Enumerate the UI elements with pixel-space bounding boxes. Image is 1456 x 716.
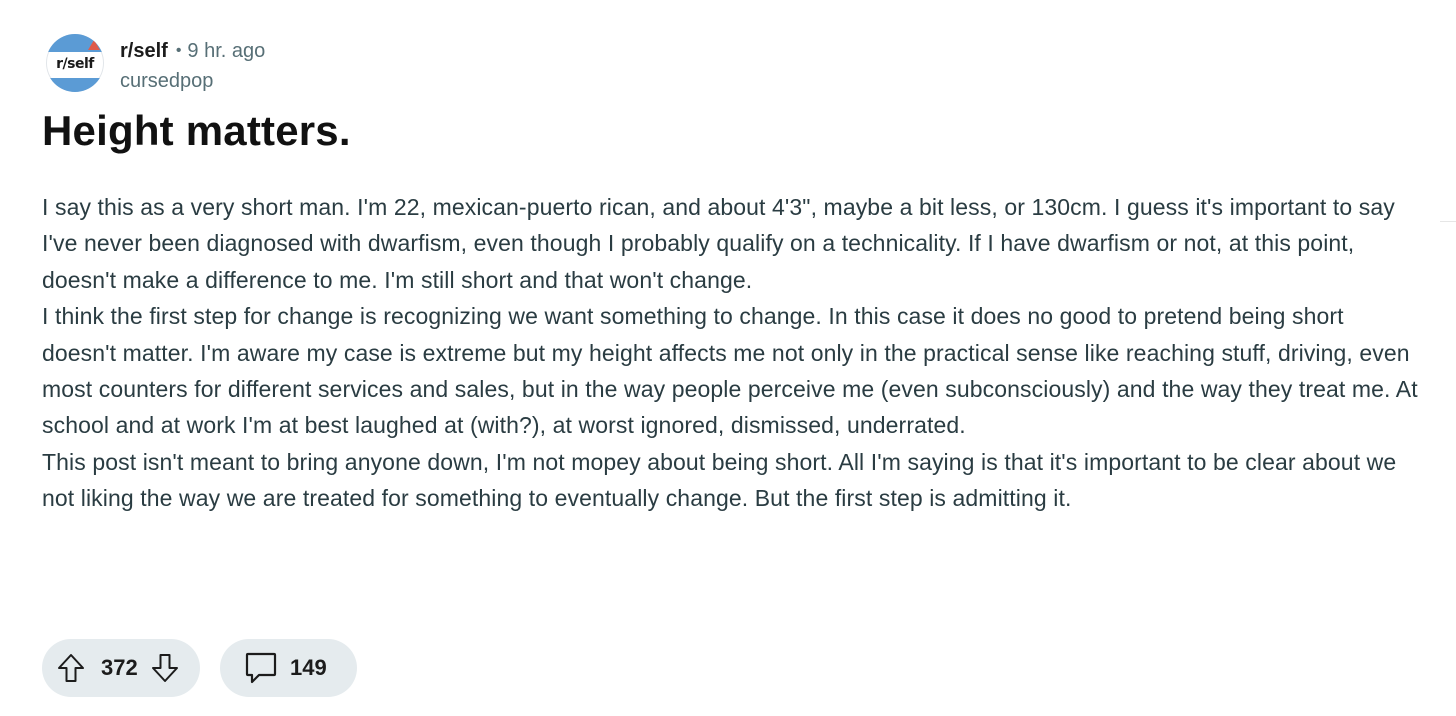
vote-count: 372 — [101, 655, 138, 680]
avatar-band-bottom — [46, 78, 104, 92]
post-timestamp: 9 hr. ago — [187, 40, 266, 62]
post-meta: r/self r/self • 9 hr. ago cursedpop — [46, 34, 1422, 94]
comment-bubble-icon — [244, 651, 278, 685]
comment-count: 149 — [290, 655, 327, 680]
author-link[interactable]: cursedpop — [120, 69, 265, 93]
sidebar-edge-divider — [1440, 0, 1456, 222]
vote-group: 372 — [42, 639, 200, 697]
post-actions: 372 149 — [42, 639, 357, 697]
post-card: r/self r/self • 9 hr. ago cursedpop Heig… — [42, 34, 1422, 517]
comments-button[interactable]: 149 — [220, 639, 357, 697]
upvote-arrow-icon[interactable] — [57, 653, 85, 683]
downvote-arrow-icon[interactable] — [151, 653, 179, 683]
subreddit-avatar[interactable]: r/self — [46, 34, 104, 92]
body-paragraph: This post isn't meant to bring anyone do… — [42, 448, 1397, 512]
meta-text: r/self • 9 hr. ago cursedpop — [120, 39, 265, 93]
meta-separator: • — [175, 42, 182, 59]
body-paragraph: I say this as a very short man. I'm 22, … — [42, 194, 1395, 293]
flag-icon — [88, 40, 100, 50]
meta-row: r/self • 9 hr. ago — [120, 39, 265, 63]
avatar-label: r/self — [56, 56, 94, 72]
post-title: Height matters. — [42, 107, 351, 154]
subreddit-link[interactable]: r/self — [120, 39, 168, 63]
body-paragraph: I think the first step for change is rec… — [42, 303, 1418, 439]
post-body: I say this as a very short man. I'm 22, … — [42, 189, 1422, 517]
